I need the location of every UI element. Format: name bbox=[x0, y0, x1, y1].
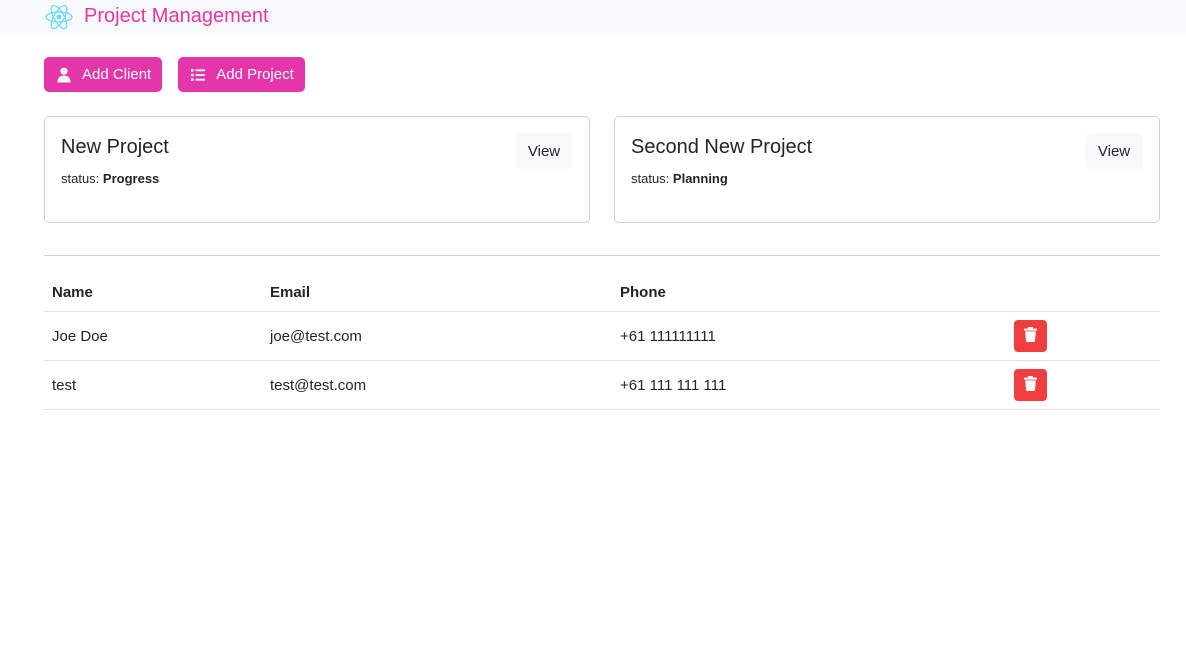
add-project-label: Add Project bbox=[216, 66, 294, 83]
section-divider bbox=[44, 255, 1160, 256]
project-title: Second New Project bbox=[631, 136, 813, 158]
project-cards: New Project status: Progress View Second… bbox=[44, 116, 1160, 223]
header-email: Email bbox=[262, 276, 612, 312]
view-project-button[interactable]: View bbox=[515, 133, 573, 169]
project-title: New Project bbox=[61, 136, 169, 158]
project-card: New Project status: Progress View bbox=[44, 116, 590, 223]
navbar: Project Management bbox=[0, 0, 1186, 33]
status-value: Progress bbox=[102, 171, 160, 186]
view-project-button[interactable]: View bbox=[1085, 133, 1143, 169]
client-email: test@test.com bbox=[262, 360, 612, 410]
delete-client-button[interactable] bbox=[1014, 320, 1047, 352]
client-phone: +61 111111111 bbox=[612, 311, 1012, 361]
action-buttons: Add Client Add Project bbox=[44, 57, 1160, 92]
main-container: Add Client Add Project New Project statu… bbox=[0, 33, 1186, 410]
client-name: test bbox=[44, 360, 262, 410]
table-row: Joe Doe joe@test.com +61 111111111 bbox=[44, 311, 1160, 361]
user-icon bbox=[56, 67, 72, 83]
table-header-row: Name Email Phone bbox=[44, 276, 1160, 312]
list-icon bbox=[190, 67, 206, 83]
brand-title: Project Management bbox=[84, 5, 269, 27]
project-card: Second New Project status: Planning View bbox=[614, 116, 1160, 223]
client-actions bbox=[1012, 360, 1160, 410]
client-phone: +61 111 111 111 bbox=[612, 360, 1012, 410]
header-phone: Phone bbox=[612, 276, 1012, 312]
status-label: status: bbox=[61, 171, 100, 186]
project-status: status: Progress bbox=[61, 171, 573, 186]
client-email: joe@test.com bbox=[262, 311, 612, 361]
header-name: Name bbox=[44, 276, 262, 312]
trash-icon bbox=[1024, 327, 1037, 345]
client-actions bbox=[1012, 311, 1160, 361]
add-client-button[interactable]: Add Client bbox=[44, 57, 163, 92]
client-name: Joe Doe bbox=[44, 311, 262, 361]
delete-client-button[interactable] bbox=[1014, 369, 1047, 401]
status-value: Planning bbox=[672, 171, 728, 186]
brand-link[interactable]: Project Management bbox=[44, 2, 269, 32]
project-status: status: Planning bbox=[631, 171, 1143, 186]
status-label: status: bbox=[631, 171, 670, 186]
clients-table: Name Email Phone Joe Doe joe@test.com +6… bbox=[44, 276, 1160, 410]
add-project-button[interactable]: Add Project bbox=[178, 57, 305, 92]
react-logo-icon bbox=[44, 2, 74, 32]
table-row: test test@test.com +61 111 111 111 bbox=[44, 360, 1160, 410]
add-client-label: Add Client bbox=[82, 66, 152, 83]
trash-icon bbox=[1024, 376, 1037, 394]
header-actions bbox=[1012, 276, 1160, 312]
